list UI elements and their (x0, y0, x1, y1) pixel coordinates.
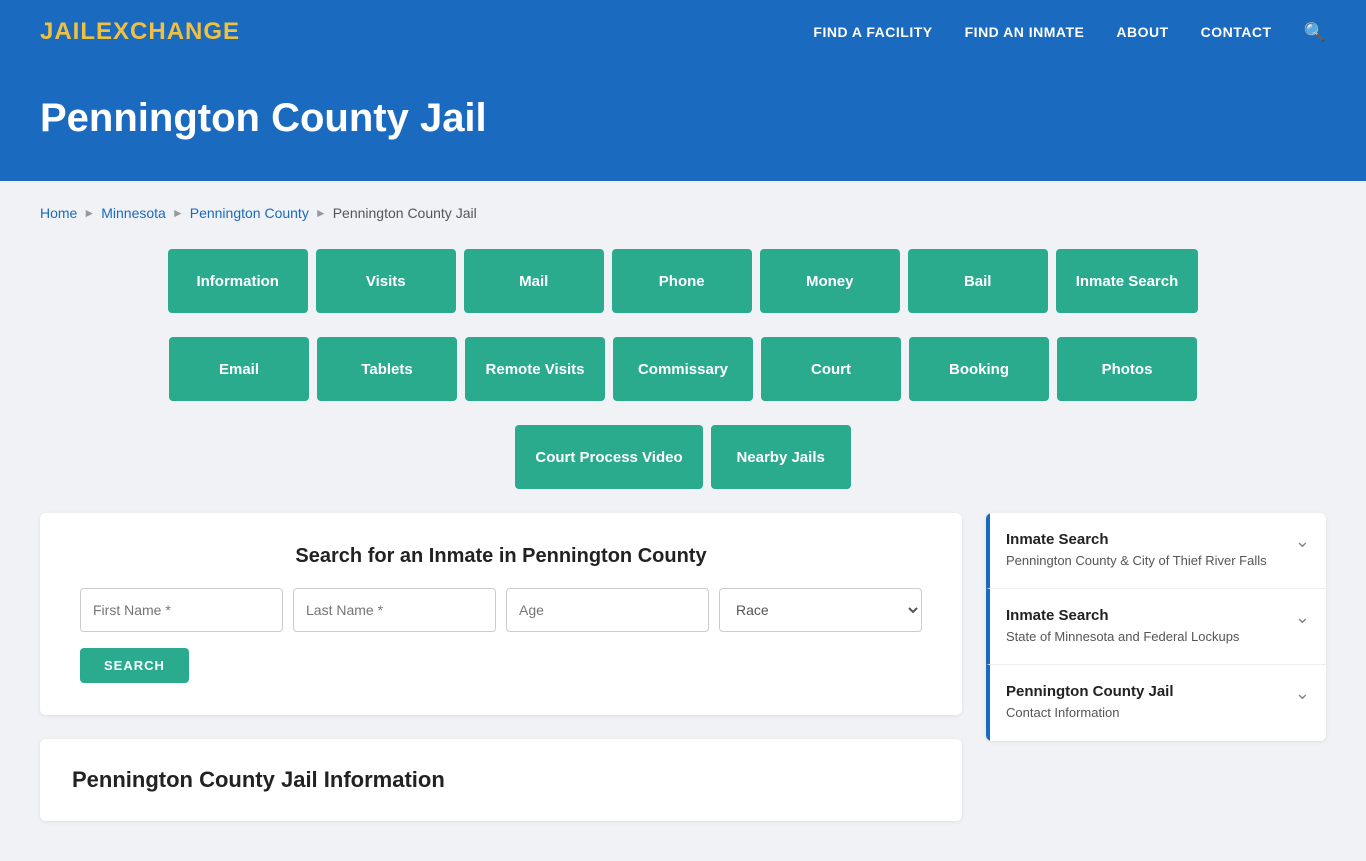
search-title: Search for an Inmate in Pennington Count… (80, 545, 922, 568)
breadcrumb-sep-3: ► (315, 206, 327, 220)
nav-find-inmate[interactable]: FIND AN INMATE (965, 24, 1085, 40)
chevron-down-icon-2: ⌄ (1295, 607, 1310, 628)
breadcrumb: Home ► Minnesota ► Pennington County ► P… (40, 205, 1326, 221)
sidebar-item-contact-subtitle: Contact Information (1006, 704, 1174, 722)
btn-money[interactable]: Money (760, 249, 900, 313)
btn-photos[interactable]: Photos (1057, 337, 1197, 401)
sidebar-item-mn-search[interactable]: Inmate Search State of Minnesota and Fed… (986, 589, 1326, 665)
main-content: Home ► Minnesota ► Pennington County ► P… (0, 181, 1366, 861)
breadcrumb-current: Pennington County Jail (333, 205, 477, 221)
sidebar-item-contact-title: Pennington County Jail (1006, 683, 1174, 700)
info-section: Pennington County Jail Information (40, 739, 962, 821)
btn-mail[interactable]: Mail (464, 249, 604, 313)
btn-booking[interactable]: Booking (909, 337, 1049, 401)
btn-phone[interactable]: Phone (612, 249, 752, 313)
page-title: Pennington County Jail (40, 96, 1326, 141)
search-icon[interactable]: 🔍 (1304, 22, 1326, 43)
breadcrumb-sep-1: ► (83, 206, 95, 220)
left-panel: Search for an Inmate in Pennington Count… (40, 513, 962, 821)
btn-remote-visits[interactable]: Remote Visits (465, 337, 605, 401)
age-input[interactable] (506, 588, 709, 632)
sidebar-item-pennington-search[interactable]: Inmate Search Pennington County & City o… (986, 513, 1326, 589)
btn-tablets[interactable]: Tablets (317, 337, 457, 401)
first-name-input[interactable] (80, 588, 283, 632)
search-fields: Race White Black Hispanic Asian Other (80, 588, 922, 632)
inmate-search-box: Search for an Inmate in Pennington Count… (40, 513, 962, 715)
breadcrumb-home[interactable]: Home (40, 205, 77, 221)
breadcrumb-pennington-county[interactable]: Pennington County (190, 205, 309, 221)
btn-bail[interactable]: Bail (908, 249, 1048, 313)
logo-jail: JAIL (40, 18, 96, 45)
site-logo[interactable]: JAILEXCHANGE (40, 18, 240, 46)
sidebar-card: Inmate Search Pennington County & City o… (986, 513, 1326, 741)
sidebar-item-pennington-title: Inmate Search (1006, 531, 1267, 548)
btn-commissary[interactable]: Commissary (613, 337, 753, 401)
button-grid-row3: Court Process Video Nearby Jails (40, 425, 1326, 489)
nav-contact[interactable]: CONTACT (1201, 24, 1272, 40)
btn-court[interactable]: Court (761, 337, 901, 401)
btn-visits[interactable]: Visits (316, 249, 456, 313)
navbar: JAILEXCHANGE FIND A FACILITY FIND AN INM… (0, 0, 1366, 64)
two-col-layout: Search for an Inmate in Pennington Count… (40, 513, 1326, 821)
logo-exchange: EXCHANGE (96, 18, 240, 45)
btn-email[interactable]: Email (169, 337, 309, 401)
button-grid-row2: Email Tablets Remote Visits Commissary C… (40, 337, 1326, 401)
last-name-input[interactable] (293, 588, 496, 632)
breadcrumb-sep-2: ► (172, 206, 184, 220)
sidebar-item-mn-subtitle: State of Minnesota and Federal Lockups (1006, 628, 1239, 646)
sidebar-item-contact[interactable]: Pennington County Jail Contact Informati… (986, 665, 1326, 740)
breadcrumb-minnesota[interactable]: Minnesota (101, 205, 166, 221)
chevron-down-icon-1: ⌄ (1295, 531, 1310, 552)
nav-find-facility[interactable]: FIND A FACILITY (813, 24, 932, 40)
nav-links: FIND A FACILITY FIND AN INMATE ABOUT CON… (813, 22, 1326, 43)
button-grid-row1: Information Visits Mail Phone Money Bail… (40, 249, 1326, 313)
nav-about[interactable]: ABOUT (1116, 24, 1168, 40)
btn-court-process-video[interactable]: Court Process Video (515, 425, 702, 489)
btn-information[interactable]: Information (168, 249, 308, 313)
info-title: Pennington County Jail Information (72, 767, 930, 793)
btn-nearby-jails[interactable]: Nearby Jails (711, 425, 851, 489)
right-panel: Inmate Search Pennington County & City o… (986, 513, 1326, 741)
search-button[interactable]: SEARCH (80, 648, 189, 683)
btn-inmate-search[interactable]: Inmate Search (1056, 249, 1199, 313)
sidebar-item-pennington-subtitle: Pennington County & City of Thief River … (1006, 552, 1267, 570)
sidebar-item-mn-title: Inmate Search (1006, 607, 1239, 624)
hero-section: Pennington County Jail (0, 64, 1366, 181)
chevron-down-icon-3: ⌄ (1295, 683, 1310, 704)
race-select[interactable]: Race White Black Hispanic Asian Other (719, 588, 922, 632)
